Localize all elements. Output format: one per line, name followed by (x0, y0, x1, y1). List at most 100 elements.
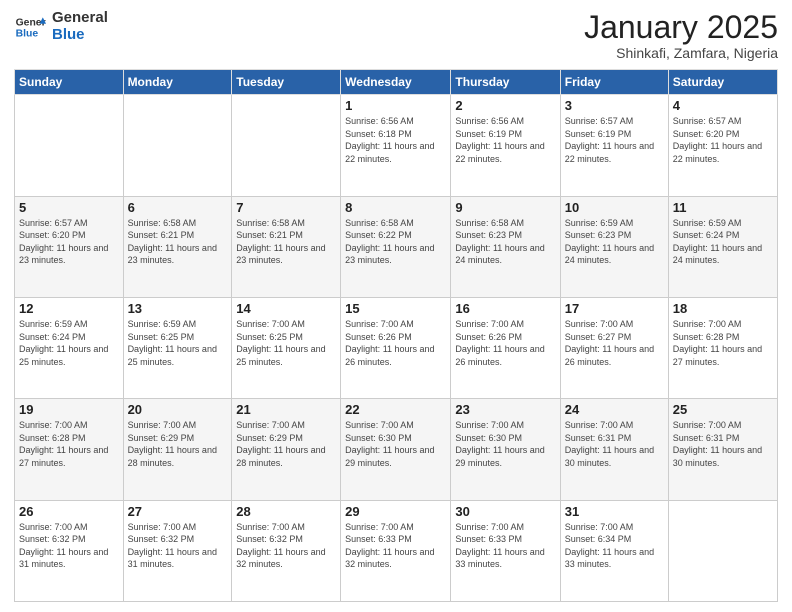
logo-icon: General Blue (14, 11, 46, 43)
calendar-day-cell: 13Sunrise: 6:59 AM Sunset: 6:25 PM Dayli… (123, 297, 232, 398)
calendar-day-cell: 10 Sunrise: 6:59 AM Sunset: 6:23 PM Dayli… (560, 196, 668, 297)
calendar-day-cell: 1 Sunrise: 6:56 AM Sunset: 6:18 PM Daylig… (341, 95, 451, 196)
day-info: Sunrise: 7:00 AM Sunset: 6:31 PM Dayligh… (673, 419, 773, 469)
calendar-week-row: 12Sunrise: 6:59 AM Sunset: 6:24 PM Dayli… (15, 297, 778, 398)
calendar-day-cell: 19Sunrise: 7:00 AM Sunset: 6:28 PM Dayli… (15, 399, 124, 500)
day-number: 29 (345, 504, 446, 519)
calendar-day-cell: 21 Sunrise: 7:00 AM Sunset: 6:29 PM Dayli… (232, 399, 341, 500)
calendar-day-cell: 26 Sunrise: 7:00 AM Sunset: 6:32 PM Dayli… (15, 500, 124, 601)
day-number: 21 (236, 402, 336, 417)
calendar-week-row: 26 Sunrise: 7:00 AM Sunset: 6:32 PM Dayli… (15, 500, 778, 601)
calendar-day-cell: 2 Sunrise: 6:56 AM Sunset: 6:19 PM Daylig… (451, 95, 560, 196)
calendar-day-cell: 20Sunrise: 7:00 AM Sunset: 6:29 PM Dayli… (123, 399, 232, 500)
calendar-header-row: SundayMondayTuesdayWednesdayThursdayFrid… (15, 70, 778, 95)
calendar-day-cell: 30 Sunrise: 7:00 AM Sunset: 6:33 PM Dayli… (451, 500, 560, 601)
day-info: Sunrise: 6:56 AM Sunset: 6:19 PM Dayligh… (455, 115, 555, 165)
calendar-day-cell (15, 95, 124, 196)
day-info: Sunrise: 6:58 AM Sunset: 6:23 PM Dayligh… (455, 217, 555, 267)
page-subtitle: Shinkafi, Zamfara, Nigeria (584, 45, 778, 61)
header: General Blue General Blue January 2025 S… (14, 10, 778, 61)
day-info: Sunrise: 7:00 AM Sunset: 6:29 PM Dayligh… (236, 419, 336, 469)
day-number: 10 (565, 200, 664, 215)
day-info: Sunrise: 6:57 AM Sunset: 6:19 PM Dayligh… (565, 115, 664, 165)
calendar-header-cell: Monday (123, 70, 232, 95)
calendar-day-cell (668, 500, 777, 601)
calendar-week-row: 5Sunrise: 6:57 AM Sunset: 6:20 PM Daylig… (15, 196, 778, 297)
day-info: Sunrise: 6:56 AM Sunset: 6:18 PM Dayligh… (345, 115, 446, 165)
calendar-header-cell: Sunday (15, 70, 124, 95)
logo: General Blue General Blue (14, 10, 108, 43)
day-info: Sunrise: 6:57 AM Sunset: 6:20 PM Dayligh… (673, 115, 773, 165)
calendar-day-cell: 29 Sunrise: 7:00 AM Sunset: 6:33 PM Dayli… (341, 500, 451, 601)
day-info: Sunrise: 6:58 AM Sunset: 6:21 PM Dayligh… (128, 217, 228, 267)
calendar-day-cell: 6 Sunrise: 6:58 AM Sunset: 6:21 PM Daylig… (123, 196, 232, 297)
day-number: 31 (565, 504, 664, 519)
logo-blue: Blue (52, 27, 108, 44)
day-number: 14 (236, 301, 336, 316)
calendar-day-cell (232, 95, 341, 196)
logo-general: General (52, 10, 108, 27)
page-title: January 2025 (584, 10, 778, 45)
day-info: Sunrise: 6:58 AM Sunset: 6:22 PM Dayligh… (345, 217, 446, 267)
day-number: 13 (128, 301, 228, 316)
day-info: Sunrise: 6:58 AM Sunset: 6:21 PM Dayligh… (236, 217, 336, 267)
day-number: 26 (19, 504, 119, 519)
calendar-day-cell: 17Sunrise: 7:00 AM Sunset: 6:27 PM Dayli… (560, 297, 668, 398)
calendar-table: SundayMondayTuesdayWednesdayThursdayFrid… (14, 69, 778, 602)
day-number: 20 (128, 402, 228, 417)
day-number: 23 (455, 402, 555, 417)
day-info: Sunrise: 7:00 AM Sunset: 6:27 PM Dayligh… (565, 318, 664, 368)
day-number: 11 (673, 200, 773, 215)
page: General Blue General Blue January 2025 S… (0, 0, 792, 612)
day-info: Sunrise: 7:00 AM Sunset: 6:25 PM Dayligh… (236, 318, 336, 368)
day-number: 1 (345, 98, 446, 113)
calendar-day-cell: 7 Sunrise: 6:58 AM Sunset: 6:21 PM Daylig… (232, 196, 341, 297)
day-number: 28 (236, 504, 336, 519)
day-number: 4 (673, 98, 773, 113)
title-block: January 2025 Shinkafi, Zamfara, Nigeria (584, 10, 778, 61)
calendar-day-cell: 9 Sunrise: 6:58 AM Sunset: 6:23 PM Daylig… (451, 196, 560, 297)
day-number: 7 (236, 200, 336, 215)
day-info: Sunrise: 7:00 AM Sunset: 6:30 PM Dayligh… (345, 419, 446, 469)
calendar-header-cell: Thursday (451, 70, 560, 95)
day-info: Sunrise: 7:00 AM Sunset: 6:31 PM Dayligh… (565, 419, 664, 469)
calendar-day-cell: 24 Sunrise: 7:00 AM Sunset: 6:31 PM Dayli… (560, 399, 668, 500)
calendar-day-cell: 28 Sunrise: 7:00 AM Sunset: 6:32 PM Dayli… (232, 500, 341, 601)
svg-text:Blue: Blue (16, 28, 39, 39)
calendar-day-cell: 18Sunrise: 7:00 AM Sunset: 6:28 PM Dayli… (668, 297, 777, 398)
calendar-day-cell: 5Sunrise: 6:57 AM Sunset: 6:20 PM Daylig… (15, 196, 124, 297)
day-info: Sunrise: 6:57 AM Sunset: 6:20 PM Dayligh… (19, 217, 119, 267)
day-info: Sunrise: 7:00 AM Sunset: 6:32 PM Dayligh… (236, 521, 336, 571)
calendar-body: 1 Sunrise: 6:56 AM Sunset: 6:18 PM Daylig… (15, 95, 778, 602)
day-info: Sunrise: 7:00 AM Sunset: 6:33 PM Dayligh… (345, 521, 446, 571)
day-number: 2 (455, 98, 555, 113)
calendar-day-cell: 14 Sunrise: 7:00 AM Sunset: 6:25 PM Dayli… (232, 297, 341, 398)
day-info: Sunrise: 7:00 AM Sunset: 6:26 PM Dayligh… (455, 318, 555, 368)
day-number: 6 (128, 200, 228, 215)
calendar-header-cell: Tuesday (232, 70, 341, 95)
calendar-day-cell: 4 Sunrise: 6:57 AM Sunset: 6:20 PM Daylig… (668, 95, 777, 196)
calendar-week-row: 1 Sunrise: 6:56 AM Sunset: 6:18 PM Daylig… (15, 95, 778, 196)
day-number: 9 (455, 200, 555, 215)
calendar-day-cell: 15Sunrise: 7:00 AM Sunset: 6:26 PM Dayli… (341, 297, 451, 398)
day-number: 24 (565, 402, 664, 417)
day-info: Sunrise: 7:00 AM Sunset: 6:32 PM Dayligh… (19, 521, 119, 571)
calendar-day-cell: 11Sunrise: 6:59 AM Sunset: 6:24 PM Dayli… (668, 196, 777, 297)
day-info: Sunrise: 7:00 AM Sunset: 6:28 PM Dayligh… (19, 419, 119, 469)
day-info: Sunrise: 6:59 AM Sunset: 6:24 PM Dayligh… (19, 318, 119, 368)
calendar-day-cell: 22Sunrise: 7:00 AM Sunset: 6:30 PM Dayli… (341, 399, 451, 500)
day-number: 16 (455, 301, 555, 316)
calendar-header-cell: Friday (560, 70, 668, 95)
day-info: Sunrise: 7:00 AM Sunset: 6:34 PM Dayligh… (565, 521, 664, 571)
day-number: 25 (673, 402, 773, 417)
calendar-day-cell: 31 Sunrise: 7:00 AM Sunset: 6:34 PM Dayli… (560, 500, 668, 601)
calendar-day-cell: 25 Sunrise: 7:00 AM Sunset: 6:31 PM Dayli… (668, 399, 777, 500)
calendar-day-cell: 8Sunrise: 6:58 AM Sunset: 6:22 PM Daylig… (341, 196, 451, 297)
day-number: 27 (128, 504, 228, 519)
day-info: Sunrise: 7:00 AM Sunset: 6:33 PM Dayligh… (455, 521, 555, 571)
day-number: 30 (455, 504, 555, 519)
calendar-day-cell (123, 95, 232, 196)
calendar-day-cell: 16 Sunrise: 7:00 AM Sunset: 6:26 PM Dayli… (451, 297, 560, 398)
day-info: Sunrise: 7:00 AM Sunset: 6:30 PM Dayligh… (455, 419, 555, 469)
day-info: Sunrise: 6:59 AM Sunset: 6:23 PM Dayligh… (565, 217, 664, 267)
